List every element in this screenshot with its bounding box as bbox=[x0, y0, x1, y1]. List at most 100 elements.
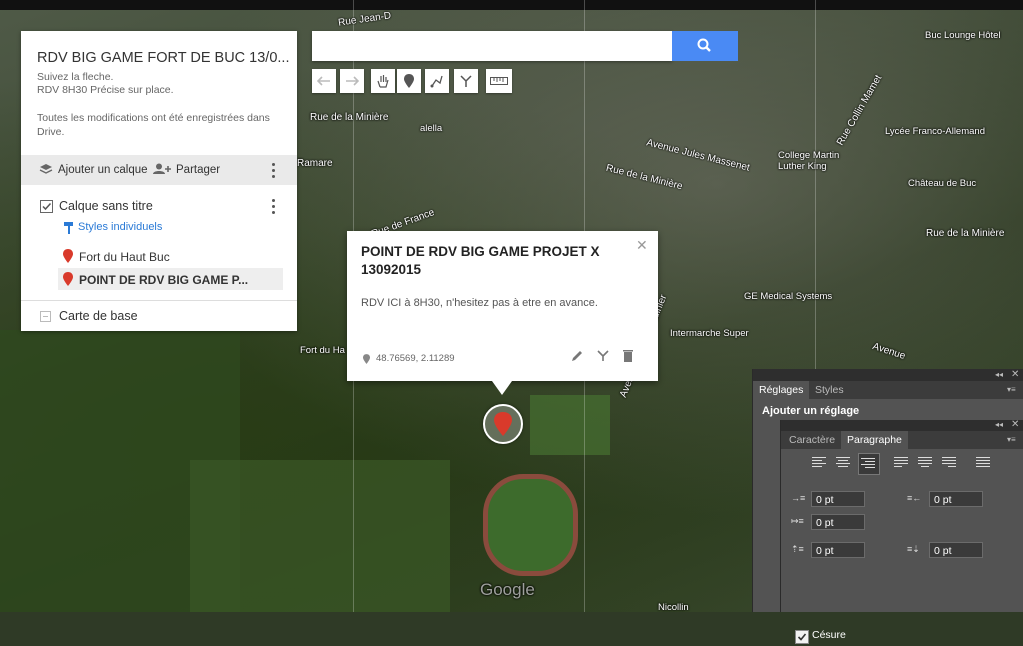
justify-last-right-icon[interactable] bbox=[942, 455, 958, 471]
point-item-fort[interactable]: Fort du Haut Buc bbox=[79, 250, 170, 264]
poi-label[interactable]: Nicollin bbox=[658, 602, 689, 612]
info-popup: POINT DE RDV BIG GAME PROJET X 13092015 … bbox=[347, 231, 658, 395]
farm-field bbox=[190, 460, 450, 612]
panel-menu-icon[interactable]: ▾≡ bbox=[1007, 435, 1016, 444]
map-legend-panel: RDV BIG GAME FORT DE BUC 13/0... Suivez … bbox=[21, 31, 297, 331]
undo-icon bbox=[317, 76, 330, 86]
add-marker-button[interactable] bbox=[397, 69, 421, 93]
adjustments-panel: ◂◂ ✕ Réglages Styles ▾≡ Ajouter un régla… bbox=[752, 369, 1023, 644]
panel-titlebar: ◂◂ ✕ bbox=[781, 419, 1023, 431]
browser-top-strip bbox=[0, 0, 1023, 10]
search-button[interactable] bbox=[672, 31, 738, 61]
popup-description: RDV ICI à 8H30, n'hesitez pas à etre en … bbox=[361, 297, 598, 309]
map-description[interactable]: Suivez la fleche. RDV 8H30 Précise sur p… bbox=[37, 71, 277, 97]
basemap-label[interactable]: Carte de base bbox=[59, 309, 138, 323]
space-before-icon: ⇡≡ bbox=[791, 544, 804, 554]
poi-label[interactable]: Intermarche Super bbox=[670, 328, 749, 339]
hyphenation-option[interactable]: Césure bbox=[795, 629, 846, 644]
tab-styles[interactable]: Styles bbox=[809, 381, 850, 399]
search-icon bbox=[697, 38, 711, 52]
red-pin-icon bbox=[63, 249, 73, 263]
panel-menu-icon[interactable] bbox=[272, 163, 276, 181]
panel-tabs: Réglages Styles ▾≡ bbox=[753, 381, 1023, 399]
indent-left-icon: →≡ bbox=[791, 493, 806, 503]
close-icon[interactable]: ✕ bbox=[636, 237, 648, 254]
close-icon[interactable]: ✕ bbox=[1011, 419, 1019, 430]
styles-link-label: Styles individuels bbox=[78, 221, 163, 233]
redo-icon bbox=[346, 76, 359, 86]
collapse-icon[interactable]: ◂◂ bbox=[995, 370, 1003, 379]
undo-button[interactable] bbox=[312, 69, 336, 93]
close-icon[interactable]: ✕ bbox=[1011, 369, 1019, 380]
point-item-rdv[interactable]: POINT DE RDV BIG GAME P... bbox=[79, 273, 249, 287]
draw-line-button[interactable] bbox=[425, 69, 449, 93]
select-hand-button[interactable] bbox=[371, 69, 395, 93]
sports-track bbox=[483, 474, 578, 576]
poi-label[interactable]: alella bbox=[420, 123, 442, 134]
popup-coordinates[interactable]: 48.76569, 2.11289 bbox=[376, 353, 455, 364]
popup-title: POINT DE RDV BIG GAME PROJET X 13092015 bbox=[361, 244, 600, 277]
justify-last-left-icon[interactable] bbox=[894, 455, 910, 471]
checkmark-icon bbox=[42, 202, 52, 211]
panel-titlebar: ◂◂ ✕ bbox=[753, 369, 1023, 381]
indent-right-field[interactable]: 0 pt bbox=[929, 491, 983, 507]
share-button[interactable]: Partager bbox=[153, 163, 220, 176]
directions-button[interactable] bbox=[454, 69, 478, 93]
share-label: Partager bbox=[176, 164, 221, 176]
basemap-expand-icon[interactable] bbox=[40, 311, 51, 322]
redo-button[interactable] bbox=[340, 69, 364, 93]
panel-menu-icon[interactable]: ▾≡ bbox=[1007, 385, 1016, 394]
hyphenation-label: Césure bbox=[812, 629, 846, 641]
space-after-field[interactable]: 0 pt bbox=[929, 542, 983, 558]
justify-all-icon[interactable] bbox=[976, 455, 992, 471]
road-label: Rue de la Minière bbox=[604, 162, 684, 193]
location-pin-icon bbox=[363, 354, 370, 364]
panel-toolbar: Ajouter un calque Partager bbox=[21, 155, 297, 185]
layer-menu-icon[interactable] bbox=[272, 199, 276, 217]
hyphenation-checkbox[interactable] bbox=[795, 630, 809, 644]
align-right-icon[interactable] bbox=[858, 453, 880, 475]
search-bar[interactable] bbox=[312, 31, 672, 61]
align-center-icon[interactable] bbox=[836, 455, 852, 471]
hand-icon bbox=[377, 75, 389, 88]
collapse-icon[interactable]: ◂◂ bbox=[995, 420, 1003, 429]
poi-label[interactable]: Fort du Ha bbox=[300, 345, 345, 356]
layers-icon bbox=[39, 164, 53, 174]
ruler-icon bbox=[490, 77, 508, 85]
measure-button[interactable] bbox=[486, 69, 512, 93]
styles-link[interactable]: Styles individuels bbox=[64, 221, 163, 234]
space-before-field[interactable]: 0 pt bbox=[811, 542, 865, 558]
indent-right-icon: ≡← bbox=[907, 493, 922, 503]
add-adjustment-label: Ajouter un réglage bbox=[762, 405, 860, 417]
description-line: RDV 8H30 Précise sur place. bbox=[37, 84, 174, 96]
add-layer-button[interactable]: Ajouter un calque bbox=[39, 163, 148, 176]
marker-icon bbox=[404, 74, 414, 88]
indent-left-field[interactable]: 0 pt bbox=[811, 491, 865, 507]
tab-reglages[interactable]: Réglages bbox=[753, 381, 810, 399]
search-input[interactable] bbox=[318, 31, 672, 61]
map-title[interactable]: RDV BIG GAME FORT DE BUC 13/0... bbox=[37, 50, 289, 66]
layer-checkbox[interactable] bbox=[40, 200, 53, 213]
justify-last-center-icon[interactable] bbox=[918, 455, 934, 471]
indent-first-line-icon: ↦≡ bbox=[791, 516, 804, 526]
poi-label[interactable]: Château de Buc bbox=[908, 178, 976, 189]
edit-pencil-icon[interactable] bbox=[571, 350, 583, 362]
road-label: Rue Jean-D bbox=[337, 10, 392, 29]
tab-caractere[interactable]: Caractère bbox=[783, 431, 841, 449]
selected-map-marker[interactable] bbox=[483, 404, 523, 444]
directions-icon bbox=[460, 75, 472, 87]
poi-label[interactable]: GE Medical Systems bbox=[744, 291, 832, 302]
poi-label[interactable]: Lycée Franco-Allemand bbox=[885, 126, 985, 137]
poi-label[interactable]: College Martin Luther King bbox=[778, 150, 858, 172]
road-label: Rue Collin Mamet bbox=[835, 73, 885, 148]
green-area bbox=[530, 395, 610, 455]
directions-icon[interactable] bbox=[597, 350, 609, 362]
poi-label[interactable]: Buc Lounge Hôtel bbox=[925, 30, 1001, 41]
tab-paragraphe[interactable]: Paragraphe bbox=[841, 431, 908, 449]
layer-name[interactable]: Calque sans titre bbox=[59, 199, 153, 213]
indent-first-line-field[interactable]: 0 pt bbox=[811, 514, 865, 530]
align-left-icon[interactable] bbox=[812, 455, 828, 471]
google-watermark: Google bbox=[480, 580, 535, 599]
draw-line-icon bbox=[430, 75, 443, 88]
delete-trash-icon[interactable] bbox=[622, 349, 634, 362]
